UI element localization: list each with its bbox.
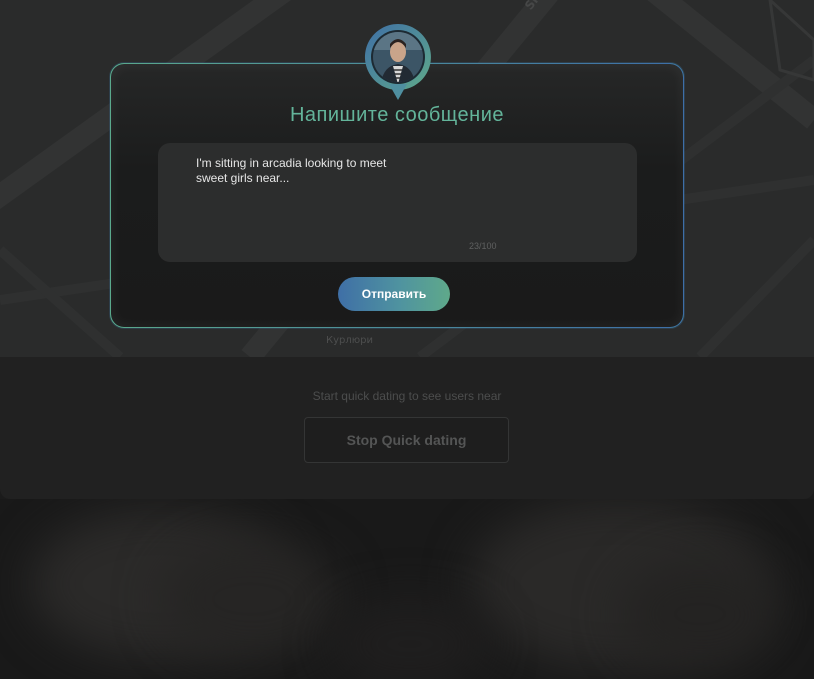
stop-quick-dating-button[interactable]: Stop Quick dating [304, 417, 509, 463]
message-input[interactable]: I'm sitting in arcadia looking to meet s… [196, 156, 396, 186]
blurred-photo [0, 499, 814, 679]
message-input-box[interactable]: I'm sitting in arcadia looking to meet s… [158, 143, 637, 262]
send-button[interactable]: Отправить [338, 277, 450, 311]
char-counter: 23/100 [469, 241, 497, 251]
quick-dating-hint: Start quick dating to see users near [312, 389, 502, 403]
user-avatar-pin-icon [364, 24, 431, 100]
district-label: Курлюри [326, 335, 374, 346]
modal-title: Напишите сообщение [289, 104, 505, 126]
